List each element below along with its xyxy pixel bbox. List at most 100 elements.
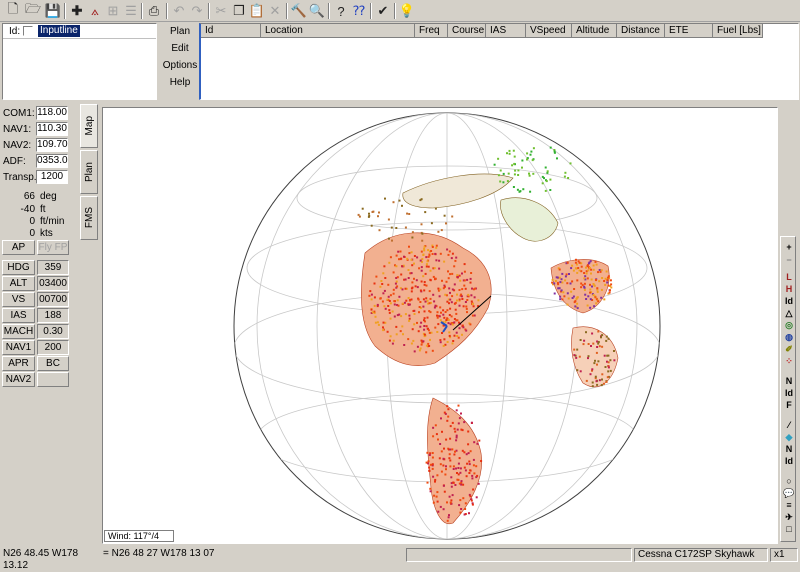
hdg-value[interactable]: 359 — [37, 260, 69, 275]
nav1-value[interactable]: 110.30 — [36, 122, 68, 136]
com1-value[interactable]: 118.00 — [36, 106, 68, 120]
vs-value[interactable]: 00700 — [37, 292, 69, 307]
high-airway-icon[interactable]: H — [782, 283, 796, 295]
status-bar: N26 48.45 W178 13.12 = N26 48 27 W178 13… — [0, 547, 800, 571]
col-ias[interactable]: IAS — [486, 24, 526, 38]
add-waypoint-icon[interactable]: ✚ — [68, 2, 86, 20]
nav2-ap-value[interactable] — [37, 372, 69, 387]
nav1-ap-value[interactable]: 200 — [37, 340, 69, 355]
freq-icon[interactable]: F — [782, 399, 796, 411]
delete-icon[interactable]: ✕ — [266, 2, 284, 20]
mach-value[interactable]: 0.30 — [37, 324, 69, 339]
col-id[interactable]: Id — [201, 24, 261, 38]
plane-icon[interactable]: ✈ — [782, 511, 796, 523]
name-icon[interactable]: N — [782, 375, 796, 387]
zoom-in-icon[interactable]: + — [782, 241, 796, 253]
vspeed-unit: ft/min — [40, 216, 65, 227]
flight-plan-grid: Id Location Freq Course IAS VSpeed Altit… — [199, 23, 799, 100]
status-coord-dm: N26 48.45 W178 13.12 — [3, 548, 79, 571]
col-fuel[interactable]: Fuel [Lbs] — [713, 24, 763, 38]
insert-icon[interactable]: ⊞ — [104, 2, 122, 20]
menu-options[interactable]: Options — [162, 60, 198, 71]
status-aircraft: Cessna C172SP Skyhawk — [634, 548, 768, 562]
menu-help[interactable]: Help — [162, 77, 198, 88]
dots-icon[interactable]: ⁘ — [782, 355, 796, 367]
water-icon[interactable]: ◆ — [782, 431, 796, 443]
fly-fp-button[interactable]: Fly FP — [37, 240, 69, 255]
tab-plan[interactable]: Plan — [80, 150, 98, 194]
ias-button[interactable]: IAS — [2, 308, 35, 323]
tip-icon[interactable]: 💡 — [398, 2, 416, 20]
hdg-button[interactable]: HDG — [2, 260, 35, 275]
menu-plan[interactable]: Plan — [162, 26, 198, 37]
plan-menu: Plan Edit Options Help — [162, 23, 198, 100]
map-view[interactable] — [102, 107, 778, 544]
low-airway-icon[interactable]: L — [782, 271, 796, 283]
alt-button[interactable]: ALT — [2, 276, 35, 291]
vspeed-readout: 0 — [29, 216, 35, 227]
tab-fms[interactable]: FMS — [80, 196, 98, 240]
search-icon[interactable]: 🔍 — [308, 2, 326, 20]
col-altitude[interactable]: Altitude — [572, 24, 617, 38]
circle-icon[interactable]: ○ — [782, 475, 796, 487]
speed-readout: 0 — [29, 228, 35, 239]
status-message — [406, 548, 632, 562]
alt-value[interactable]: 03400 — [37, 276, 69, 291]
globe-map[interactable] — [103, 108, 777, 543]
ident-2-icon[interactable]: Id — [782, 387, 796, 399]
save-icon[interactable]: 💾 — [44, 2, 62, 20]
redo-icon[interactable]: ↷ — [188, 2, 206, 20]
ap-button[interactable]: AP — [2, 240, 35, 255]
nav2-value[interactable]: 109.70 — [36, 138, 68, 152]
menu-edit[interactable]: Edit — [162, 43, 198, 54]
col-location[interactable]: Location — [261, 24, 415, 38]
wind-indicator: Wind: 117°/4 — [104, 530, 174, 542]
help-icon[interactable]: ? — [332, 2, 350, 20]
ndb-icon[interactable]: ◎ — [782, 319, 796, 331]
square-icon[interactable]: □ — [782, 523, 796, 535]
vs-button[interactable]: VS — [2, 292, 35, 307]
undo-icon[interactable]: ↶ — [170, 2, 188, 20]
transponder-value[interactable]: 1200 — [36, 170, 68, 184]
zoom-out-icon[interactable]: − — [782, 254, 796, 266]
nav1-ap-button[interactable]: NAV1 — [2, 340, 35, 355]
ias-value[interactable]: 188 — [37, 308, 69, 323]
ident-icon[interactable]: Id — [782, 295, 796, 307]
route-icon[interactable]: ⟑ — [86, 2, 104, 20]
col-freq[interactable]: Freq — [415, 24, 448, 38]
open-folder-icon[interactable]: 🗁 — [24, 1, 42, 20]
cut-icon[interactable]: ✂ — [212, 2, 230, 20]
fix-icon[interactable]: ✐ — [782, 343, 796, 355]
airport-icon[interactable]: ◍ — [782, 331, 796, 343]
user-check-icon[interactable]: ✔ — [374, 2, 392, 20]
left-instrument-panel: COM1: 118.00 NAV1: 110.30 NAV2: 109.70 A… — [0, 104, 75, 544]
copy-icon[interactable]: ❐ — [230, 2, 248, 20]
col-vspeed[interactable]: VSpeed — [526, 24, 572, 38]
print-icon[interactable]: ⎙ — [145, 2, 163, 20]
paste-icon[interactable]: 📋 — [248, 2, 266, 20]
tab-map[interactable]: Map — [80, 104, 98, 148]
name-2-icon[interactable]: N — [782, 443, 796, 455]
id-checkbox[interactable] — [23, 26, 33, 36]
runway-icon[interactable]: ⁄ — [782, 419, 796, 431]
vor-icon[interactable]: △ — [782, 307, 796, 319]
status-zoom: x1 — [770, 548, 798, 562]
mach-button[interactable]: MACH — [2, 324, 35, 339]
col-distance[interactable]: Distance — [617, 24, 665, 38]
new-file-icon[interactable]: 🗋 — [4, 1, 22, 20]
speech-icon[interactable]: 💬 — [782, 487, 796, 499]
speed-unit: kts — [40, 228, 53, 239]
bc-button[interactable]: BC — [37, 356, 69, 371]
col-ete[interactable]: ETE — [665, 24, 713, 38]
hammer-icon[interactable]: 🔨 — [290, 2, 308, 20]
id-input-field[interactable]: Inputline — [38, 25, 80, 37]
adf-value[interactable]: 0353.0 — [36, 154, 68, 168]
lines-icon[interactable]: ≡ — [782, 499, 796, 511]
apr-button[interactable]: APR — [2, 356, 35, 371]
col-course[interactable]: Course — [448, 24, 486, 38]
nav2-ap-button[interactable]: NAV2 — [2, 372, 35, 387]
list-icon[interactable]: ☰ — [122, 2, 140, 20]
ident-3-icon[interactable]: Id — [782, 455, 796, 467]
context-help-icon[interactable]: ⁇ — [350, 2, 368, 20]
heading-unit: deg — [40, 191, 57, 202]
